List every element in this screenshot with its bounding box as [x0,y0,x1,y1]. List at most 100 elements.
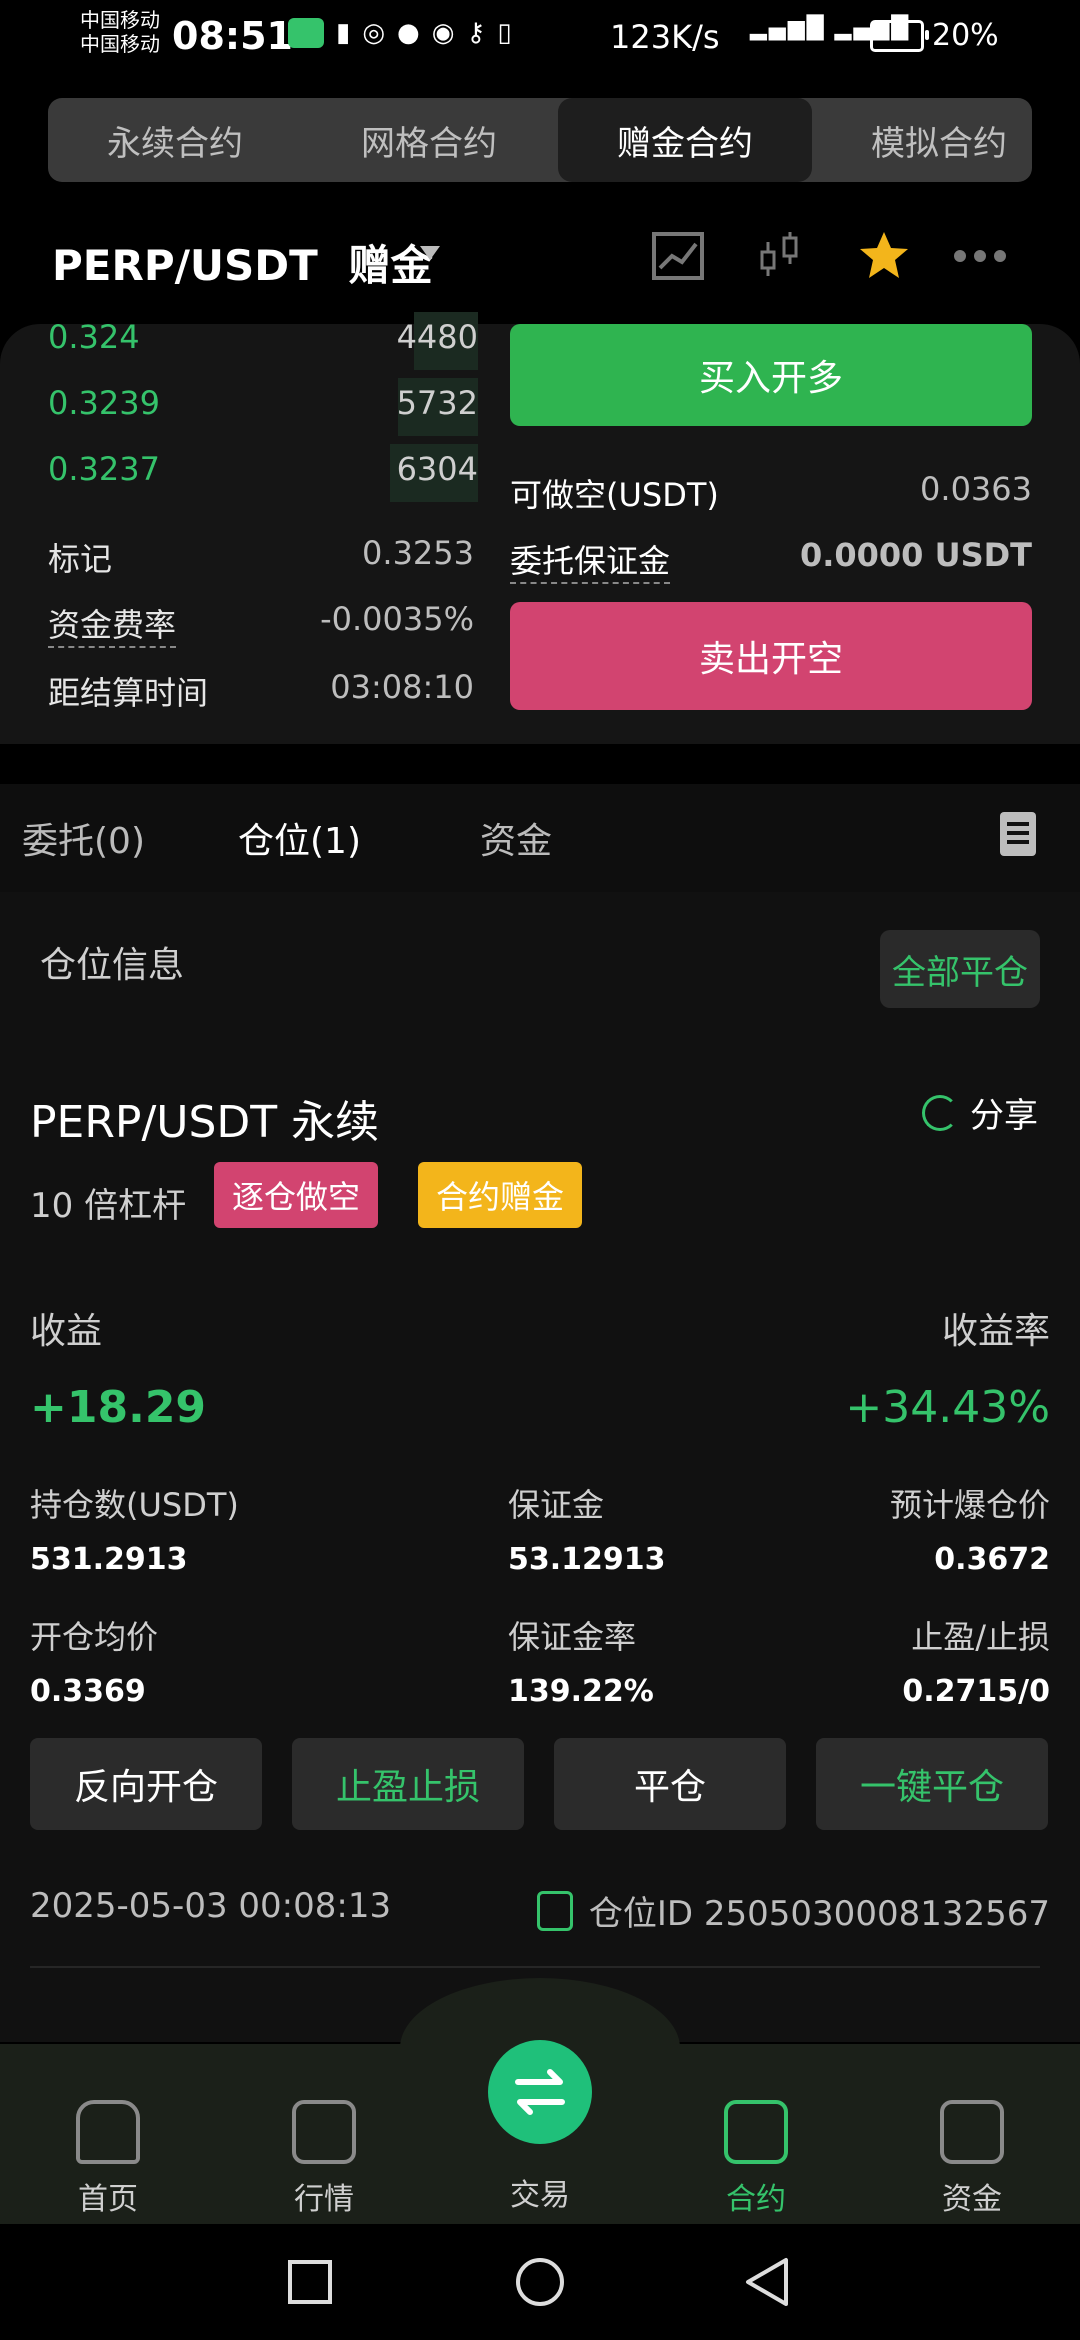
orderbook-row[interactable]: 0.324 4480 [48,312,478,374]
orderbook-row[interactable]: 0.3237 6304 [48,444,478,506]
tab-orders[interactable]: 委托(0) [22,812,145,864]
nav-assets[interactable]: 资金 [902,2100,1042,2218]
size-label: 持仓数(USDT) [30,1486,239,1524]
tab-perpetual[interactable]: 永续合约 [48,98,302,182]
contract-type-tabs: 永续合约 网格合约 赠金合约 模拟合约 [48,98,1032,182]
tab-assets[interactable]: 资金 [480,812,552,864]
swap-icon [515,2069,565,2115]
pnl-label: 收益 [30,1311,103,1352]
recent-apps-icon[interactable] [286,2258,334,2306]
star-icon[interactable] [856,228,912,284]
settlement-row: 距结算时间 03:08:10 [48,668,474,714]
nav-label: 合约 [726,2182,786,2217]
nav-contract[interactable]: 合约 [686,2100,826,2218]
tab-demo[interactable]: 模拟合约 [812,98,1066,182]
orderbook-row[interactable]: 0.3239 5732 [48,378,478,440]
mark-label: 标记 [48,540,113,578]
sell-short-button[interactable]: 卖出开空 [510,602,1032,710]
ob-price: 0.324 [48,318,140,356]
share-icon [922,1094,958,1131]
chevron-down-icon[interactable] [420,246,440,260]
back-icon[interactable] [742,2256,794,2308]
contract-icon [724,2100,788,2164]
candlestick-icon[interactable] [752,228,808,284]
margin-label: 保证金 [508,1486,605,1524]
nav-label: 资金 [942,2182,1002,2217]
buy-long-button[interactable]: 买入开多 [510,324,1032,426]
divider [30,1966,1040,1968]
entry-price-label: 开仓均价 [30,1618,159,1656]
section-title: 仓位信息 [40,945,185,986]
tab-positions[interactable]: 仓位(1) [238,812,361,864]
pnl-rate-label: 收益率 [941,1311,1050,1352]
margin-value: 0.0000 USDT [799,536,1032,574]
nav-label: 首页 [78,2182,138,2217]
funding-value: -0.0035% [320,600,474,638]
message-icon: ● [397,18,420,48]
nav-home[interactable]: 首页 [38,2100,178,2218]
open-time: 2025-05-03 00:08:13 [30,1886,392,1926]
isolated-short-badge: 逐仓做空 [214,1162,379,1228]
nav-market[interactable]: 行情 [254,2100,394,2218]
carrier-label: 中国移动 中国移动 [80,8,160,56]
clock: 08:51 [172,14,293,58]
share-label: 分享 [970,1096,1038,1136]
positions-panel: 仓位信息 全部平仓 PERP/USDT 永续 分享 10 倍杠杆 逐仓做空 合约… [0,892,1080,2042]
quick-close-button[interactable]: 一键平仓 [816,1738,1048,1830]
mark-price-row: 标记 0.3253 [48,534,474,580]
reverse-position-button[interactable]: 反向开仓 [30,1738,262,1830]
margin-label: 委托保证金 [510,542,671,584]
pair-selector[interactable]: PERP/USDT 赠金 [52,232,432,293]
network-speed: 123K/s [610,18,720,56]
more-icon[interactable] [952,228,1008,284]
position-id-text: 仓位ID 2505030008132567 [588,1894,1050,1934]
close-all-button[interactable]: 全部平仓 [880,930,1040,1008]
order-margin-row[interactable]: 委托保证金 0.0000 USDT [510,536,1032,584]
funding-label: 资金费率 [48,606,177,648]
battery-icon [870,19,929,52]
tpsl-label: 止盈/止损 [911,1618,1050,1656]
battery: 20% [870,18,999,53]
leverage-label: 10 倍杠杆 [30,1186,187,1226]
funding-rate-row[interactable]: 资金费率 -0.0035% [48,600,474,648]
tpsl-value: 0.2715/0 [902,1674,1050,1709]
tab-grid[interactable]: 网格合约 [302,98,556,182]
settle-label: 距结算时间 [48,674,209,712]
short-available-row: 可做空(USDT) 0.0363 [510,470,1032,516]
chart-icon[interactable] [650,228,706,284]
wallet-icon [940,2100,1004,2164]
globe-icon: ◎ [362,18,385,48]
position-id[interactable]: 仓位ID 2505030008132567 [536,1886,1050,1935]
trade-button[interactable] [488,2040,592,2144]
size-value: 531.2913 [30,1542,188,1577]
signal-icon: ▮ [336,18,351,48]
system-nav [0,2224,1080,2340]
margin-value: 53.12913 [508,1542,666,1577]
home-circle-icon[interactable] [514,2256,566,2308]
mark-value: 0.3253 [362,534,474,572]
document-icon[interactable] [1000,812,1036,856]
ob-price: 0.3237 [48,450,160,488]
app-notification-icon [288,18,324,48]
nav-trade-label[interactable]: 交易 [470,2170,610,2214]
share-button[interactable]: 分享 [922,1088,1038,1137]
entry-price-value: 0.3369 [30,1674,146,1709]
ob-qty: 6304 [396,450,478,488]
settle-value: 03:08:10 [330,668,474,706]
pnl-value: +18.29 [30,1382,207,1433]
margin-ratio-value: 139.22% [508,1674,654,1709]
status-bar: 中国移动 中国移动 08:51 ▮ ◎ ● ◉ ⚷ ▯ 123K/s ▂▄▆█ … [0,0,1080,80]
ob-price: 0.3239 [48,384,160,422]
tpsl-button[interactable]: 止盈止损 [292,1738,524,1830]
key-icon: ⚷ [466,18,486,48]
tab-bonus[interactable]: 赠金合约 [558,98,812,182]
ob-qty: 4480 [396,318,478,356]
liq-price-value: 0.3672 [934,1542,1050,1577]
close-position-button[interactable]: 平仓 [554,1738,786,1830]
ob-qty: 5732 [396,384,478,422]
market-icon [292,2100,356,2164]
copy-icon [536,1890,573,1931]
pnl-rate-value: +34.43% [845,1382,1050,1433]
bonus-badge: 合约赠金 [418,1162,583,1228]
vibrate-icon: ▯ [497,18,512,48]
